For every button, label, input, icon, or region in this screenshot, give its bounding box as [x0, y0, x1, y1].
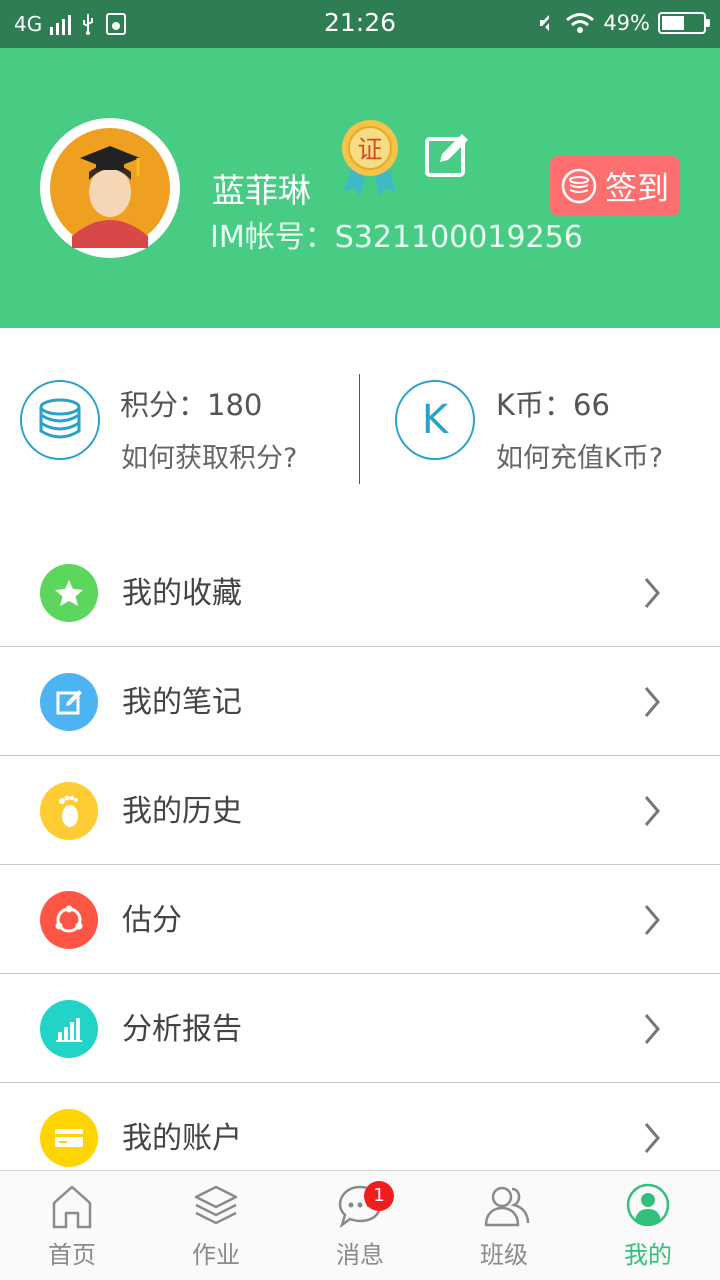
menu-list: 我的收藏 我的笔记 我的历史 估分 分析报告 我的账户	[0, 538, 720, 1192]
menu-label: 我的收藏	[122, 576, 242, 611]
im-account: IM帐号：S321100019256	[210, 220, 583, 255]
chevron-right-icon	[644, 796, 660, 826]
menu-label: 估分	[122, 903, 182, 938]
user-icon	[626, 1183, 670, 1227]
message-badge: 1	[364, 1181, 394, 1211]
menu-label: 我的笔记	[122, 685, 242, 720]
nav-label: 消息	[336, 1241, 384, 1269]
chevron-right-icon	[644, 1123, 660, 1153]
kcoin-icon-letter: K	[421, 397, 449, 443]
layers-icon	[194, 1185, 238, 1225]
chevron-right-icon	[644, 1014, 660, 1044]
nav-label: 首页	[48, 1241, 96, 1269]
nav-mine[interactable]: 我的	[576, 1171, 720, 1280]
bottom-nav: 首页 作业 1 消息 班级 我的	[0, 1170, 720, 1280]
menu-item-favorites[interactable]: 我的收藏	[0, 538, 720, 647]
menu-label: 分析报告	[122, 1012, 242, 1047]
avatar[interactable]	[40, 118, 180, 258]
signin-label: 签到	[604, 169, 669, 207]
coins-value: K币：66	[496, 388, 610, 422]
edit-profile-button[interactable]	[424, 130, 472, 182]
note-icon	[40, 673, 98, 731]
battery-percent: 49%	[603, 11, 650, 35]
user-name: 蓝菲琳	[212, 171, 311, 210]
coins-help-link[interactable]: 如何充值K币?	[496, 436, 663, 475]
nav-label: 班级	[480, 1241, 528, 1269]
mute-icon	[538, 13, 557, 33]
profile-header: 蓝菲琳 IM帐号：S321100019256 证 签到	[0, 48, 720, 328]
footprint-icon	[40, 782, 98, 840]
points-value: 积分：180	[120, 388, 263, 422]
home-icon	[52, 1185, 92, 1229]
card-icon	[40, 1109, 98, 1167]
menu-label: 我的历史	[122, 794, 242, 829]
chevron-right-icon	[644, 578, 660, 608]
menu-label: 我的账户	[122, 1121, 242, 1156]
people-icon	[484, 1186, 530, 1227]
stats-panel: 积分：180 如何获取积分? K K币：66 如何充值K币?	[0, 328, 720, 524]
star-icon	[40, 564, 98, 622]
nav-class[interactable]: 班级	[432, 1171, 576, 1280]
status-right: 49%	[537, 9, 710, 37]
nav-label: 我的	[624, 1241, 672, 1269]
status-bar: 4G 21:26 49%	[0, 0, 720, 48]
signin-button[interactable]: 签到	[550, 156, 680, 216]
edit-icon	[425, 134, 468, 177]
wifi-icon	[566, 13, 595, 33]
medal-icon: 证	[342, 120, 398, 196]
battery-icon	[658, 12, 710, 34]
points-icon	[20, 380, 100, 460]
nav-label: 作业	[192, 1241, 240, 1269]
divider	[359, 374, 360, 484]
chevron-right-icon	[644, 687, 660, 717]
nav-homework[interactable]: 作业	[144, 1171, 288, 1280]
chevron-right-icon	[644, 905, 660, 935]
nav-home[interactable]: 首页	[0, 1171, 144, 1280]
bar-chart-icon	[40, 1000, 98, 1058]
menu-item-history[interactable]: 我的历史	[0, 756, 720, 865]
menu-item-estimate[interactable]: 估分	[0, 865, 720, 974]
avatar-graduate-icon	[50, 128, 170, 248]
kcoin-icon: K	[395, 380, 475, 460]
certified-medal[interactable]: 证	[340, 118, 400, 202]
menu-item-report[interactable]: 分析报告	[0, 974, 720, 1083]
points-help-link[interactable]: 如何获取积分?	[121, 436, 297, 475]
medal-text: 证	[357, 135, 382, 164]
coins-icon	[39, 398, 81, 439]
menu-item-notes[interactable]: 我的笔记	[0, 647, 720, 756]
nav-messages[interactable]: 1 消息	[288, 1171, 432, 1280]
coin-stack-icon	[561, 168, 597, 204]
circle-nodes-icon	[40, 891, 98, 949]
